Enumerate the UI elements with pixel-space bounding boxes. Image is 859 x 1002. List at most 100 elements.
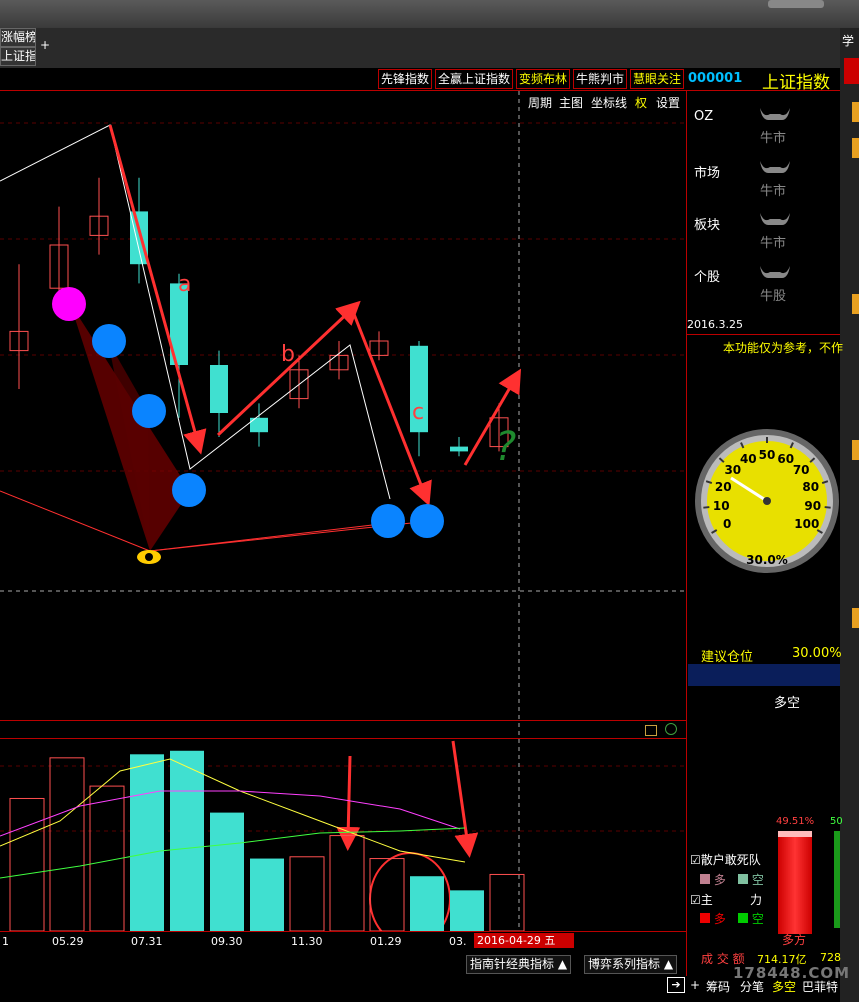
gauge-tick-label: 30 (724, 463, 741, 477)
kline-chart[interactable] (0, 91, 686, 931)
wave-label-a: a (178, 272, 192, 297)
wave-label-c: c (412, 400, 425, 425)
titlebar-scroll-handle[interactable] (768, 0, 824, 8)
bull-side-label: 多方 (782, 933, 807, 947)
signal-date: 2016.3.25 (687, 318, 743, 331)
side-red-block (844, 58, 859, 84)
status-ticks[interactable]: 分笔 (740, 978, 764, 995)
gauge-tick-label: 90 (804, 499, 821, 513)
signal-dot (132, 394, 166, 428)
row-label-sector: 板块 (694, 218, 721, 233)
signal-dot (172, 473, 206, 507)
eye-icon (145, 553, 153, 561)
tab-row: 涨幅榜 上证指数 (0, 28, 840, 68)
question-mark: ? (495, 424, 517, 470)
side-marker (852, 440, 859, 460)
volume-bar (130, 754, 164, 931)
retail-bull-legend: 多 (700, 871, 726, 888)
market-status-sector: 牛市 (760, 236, 787, 251)
wave-label-b: b (281, 342, 295, 367)
game-indicators-button[interactable]: 博弈系列指标 ▲ (584, 955, 678, 974)
volume-bar (450, 890, 484, 931)
arrow-right-icon[interactable]: ➔ (667, 977, 685, 993)
gauge-tick-label: 100 (794, 517, 819, 531)
position-bar (688, 664, 840, 686)
side-marker (852, 138, 859, 158)
panel-status-bar: + 筹码 分笔 多空 巴菲特 (690, 978, 839, 995)
side-marker (852, 102, 859, 122)
bull-icon (760, 161, 790, 173)
bear-strength-bar (834, 831, 840, 928)
trend-arrow (216, 300, 361, 437)
gauge-tick-label: 0 (723, 517, 731, 531)
trend-arrow (451, 740, 479, 858)
bull-strength-bar (778, 831, 812, 934)
position-gauge: 0 10 20 3040 50 6070 80 90 100 30.0% (695, 429, 839, 573)
gauge-tick-label: 60 (777, 452, 794, 466)
x-tick: 01.29 (370, 935, 402, 948)
bull-icon (760, 266, 790, 278)
gauge-value: 30.0% (746, 553, 788, 567)
main-force-checkbox[interactable]: ☑主 (690, 891, 713, 908)
side-tab-label[interactable]: 学 (842, 32, 854, 49)
support-line (0, 490, 151, 552)
index-name: 上证指数 (762, 73, 830, 93)
compass-indicators-button[interactable]: 指南针经典指标 ▲ (466, 955, 572, 974)
index-code: 000001 (688, 71, 743, 86)
volume-bar (410, 876, 444, 931)
retail-checkbox[interactable]: ☑散户敢死队 (690, 851, 761, 868)
volume-bar (170, 750, 204, 931)
volume-bar (210, 812, 244, 931)
volume-bar (250, 858, 284, 931)
gauge-tick (703, 506, 710, 509)
volume-bar (9, 797, 45, 931)
right-side-strip: 学 (840, 28, 859, 1002)
row-label-stock: 个股 (694, 270, 721, 285)
x-tick: 09.30 (211, 935, 243, 948)
position-value: 30.00% (792, 646, 842, 661)
toolbar-button-quanying[interactable]: 全赢上证指数 (435, 69, 514, 89)
toolbar-button-focus[interactable]: 慧眼关注 (630, 69, 685, 89)
status-buffett[interactable]: 巴菲特 (802, 978, 838, 995)
candle-body (450, 446, 468, 452)
bull-percent: 49.51% (776, 816, 815, 827)
side-marker (852, 608, 859, 628)
signal-dot (371, 504, 405, 538)
retail-label: 散户敢死队 (700, 853, 761, 867)
status-bull-bear[interactable]: 多空 (772, 978, 796, 995)
zoom-icon[interactable] (665, 723, 677, 735)
gauge-tick-label: 20 (715, 480, 732, 494)
x-tick: 03. (449, 935, 467, 948)
gauge-tick (824, 506, 831, 509)
toolbar-button-bollinger[interactable]: 变频布林 (516, 69, 571, 89)
gauge-tick-label: 70 (793, 463, 810, 477)
bull-icon (760, 108, 790, 120)
candle-body (210, 365, 228, 413)
frame-line (0, 931, 686, 932)
main-bull-legend: 多 (700, 910, 726, 927)
status-chips[interactable]: 筹码 (706, 978, 730, 995)
calculator-icon[interactable] (645, 725, 657, 736)
x-tick: 11.30 (291, 935, 323, 948)
volume-bar (49, 757, 85, 931)
side-marker (852, 294, 859, 314)
market-status-oz: 牛市 (760, 131, 787, 146)
tab-shanghai-index[interactable]: 上证指数 (0, 47, 36, 66)
frame-line (686, 334, 840, 335)
cursor-date: 2016-04-29 五 (474, 933, 574, 948)
toolbar-button-pioneer[interactable]: 先锋指数 (378, 69, 433, 89)
x-tick: 07.31 (131, 935, 163, 948)
bull-bear-title: 多空 (774, 696, 801, 711)
toolbar-button-bull-bear[interactable]: 牛熊判市 (573, 69, 628, 89)
trend-arrow (336, 755, 361, 851)
volume-bar (289, 856, 325, 931)
window-titlebar (0, 0, 859, 28)
volume-bar (329, 835, 365, 931)
indicator-toolbar: 先锋指数 全赢上证指数 变频布林 牛熊判市 慧眼关注 (378, 69, 686, 89)
add-tab-button[interactable]: + (38, 30, 52, 66)
frame-line (686, 90, 687, 976)
x-tick: 1 (2, 935, 9, 948)
gauge-tick-label: 40 (740, 452, 757, 466)
tab-gainers[interactable]: 涨幅榜 (0, 28, 36, 47)
market-status-stock: 牛股 (760, 289, 787, 304)
